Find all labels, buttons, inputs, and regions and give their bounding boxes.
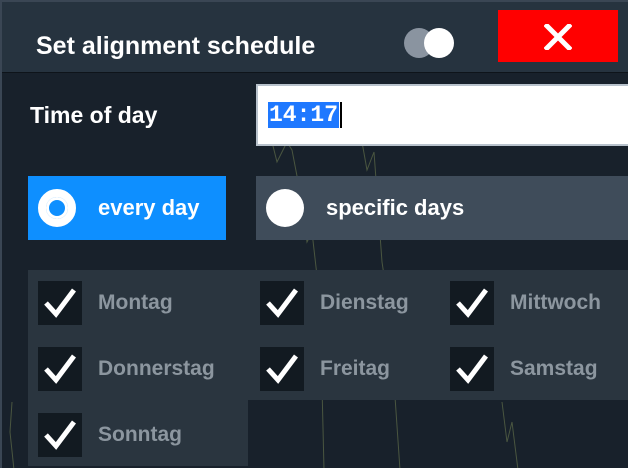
day-label: Freitag <box>320 357 391 380</box>
checkbox-checked-icon <box>38 413 82 457</box>
day-label: Sonntag <box>98 423 182 446</box>
close-button[interactable] <box>498 10 618 62</box>
checkbox-checked-icon <box>450 281 494 325</box>
time-of-day-label: Time of day <box>30 102 158 128</box>
day-checkbox-dienstag[interactable]: Dienstag <box>260 278 409 328</box>
time-of-day-value: 14:17 <box>268 102 340 129</box>
radio-every-day[interactable]: every day <box>28 176 226 240</box>
checkbox-checked-icon <box>260 281 304 325</box>
checkbox-checked-icon <box>260 347 304 391</box>
day-checkbox-donnerstag[interactable]: Donnerstag <box>38 344 215 394</box>
day-checkbox-samstag[interactable]: Samstag <box>450 344 598 394</box>
day-label: Donnerstag <box>98 357 215 380</box>
checkbox-checked-icon <box>38 281 82 325</box>
time-of-day-input[interactable]: 14:17 <box>256 84 628 146</box>
day-label: Montag <box>98 291 173 314</box>
radio-specific-days[interactable]: specific days <box>256 176 628 240</box>
checkbox-checked-icon <box>38 347 82 391</box>
day-checkbox-montag[interactable]: Montag <box>38 278 173 328</box>
close-icon <box>544 24 572 50</box>
dialog-titlebar: Set alignment schedule <box>2 2 628 73</box>
text-caret <box>340 102 343 128</box>
radio-selected-icon <box>38 189 76 227</box>
dialog-title: Set alignment schedule <box>36 32 316 60</box>
radio-every-day-label: every day <box>98 195 200 220</box>
day-label: Mittwoch <box>510 291 601 314</box>
day-label: Dienstag <box>320 291 409 314</box>
radio-specific-days-label: specific days <box>326 195 465 220</box>
radio-unselected-icon <box>266 189 304 227</box>
checkbox-checked-icon <box>450 347 494 391</box>
alignment-schedule-dialog: Set alignment schedule Time of day 14:17… <box>0 0 628 468</box>
toggle-icon[interactable] <box>404 28 456 58</box>
day-checkbox-sonntag[interactable]: Sonntag <box>38 410 182 460</box>
day-label: Samstag <box>510 357 598 380</box>
day-checkbox-freitag[interactable]: Freitag <box>260 344 390 394</box>
day-checkbox-mittwoch[interactable]: Mittwoch <box>450 278 601 328</box>
